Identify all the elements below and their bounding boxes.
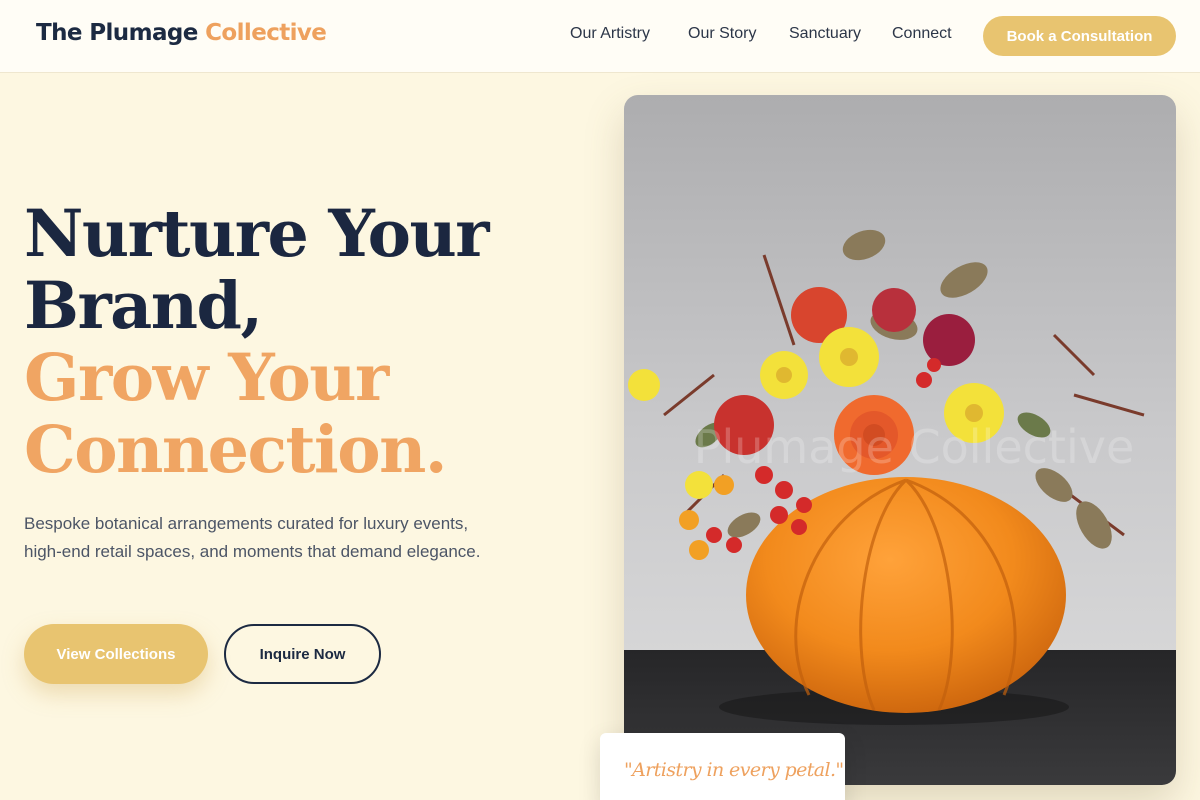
brand-name-main: The Plumage [36,20,206,46]
book-consultation-button[interactable]: Book a Consultation [983,16,1176,56]
hero-title-line-1: Nurture Your [24,196,490,272]
quote-text: "Artistry in every petal." [624,759,844,781]
nav-link-our-artistry[interactable]: Our Artistry [570,25,650,43]
image-watermark: Plumage Collective [694,420,1135,474]
brand-name-accent: Collective [205,20,327,46]
inquire-now-button[interactable]: Inquire Now [224,624,381,684]
hero-subtitle: Bespoke botanical arrangements curated f… [24,514,481,561]
nav-link-sanctuary[interactable]: Sanctuary [789,25,861,43]
brand-logo[interactable]: The Plumage Collective [36,20,327,46]
hero-title-line-4: Connection. [24,412,448,488]
hero-title-line-3: Grow Your [24,340,389,416]
site-header: The Plumage Collective Our Artistry Our … [0,0,1200,73]
nav-link-connect[interactable]: Connect [892,25,952,43]
hero-title-line-2: Brand, [24,268,263,344]
quote-card: "Artistry in every petal." [600,733,845,800]
view-collections-button[interactable]: View Collections [24,624,208,684]
nav-link-our-story[interactable]: Our Story [688,25,756,43]
hero-image-pumpkin-arrangement: Plumage Collective [624,95,1176,785]
hero-title: Nurture Your Brand, Grow Your Connection… [24,196,490,488]
